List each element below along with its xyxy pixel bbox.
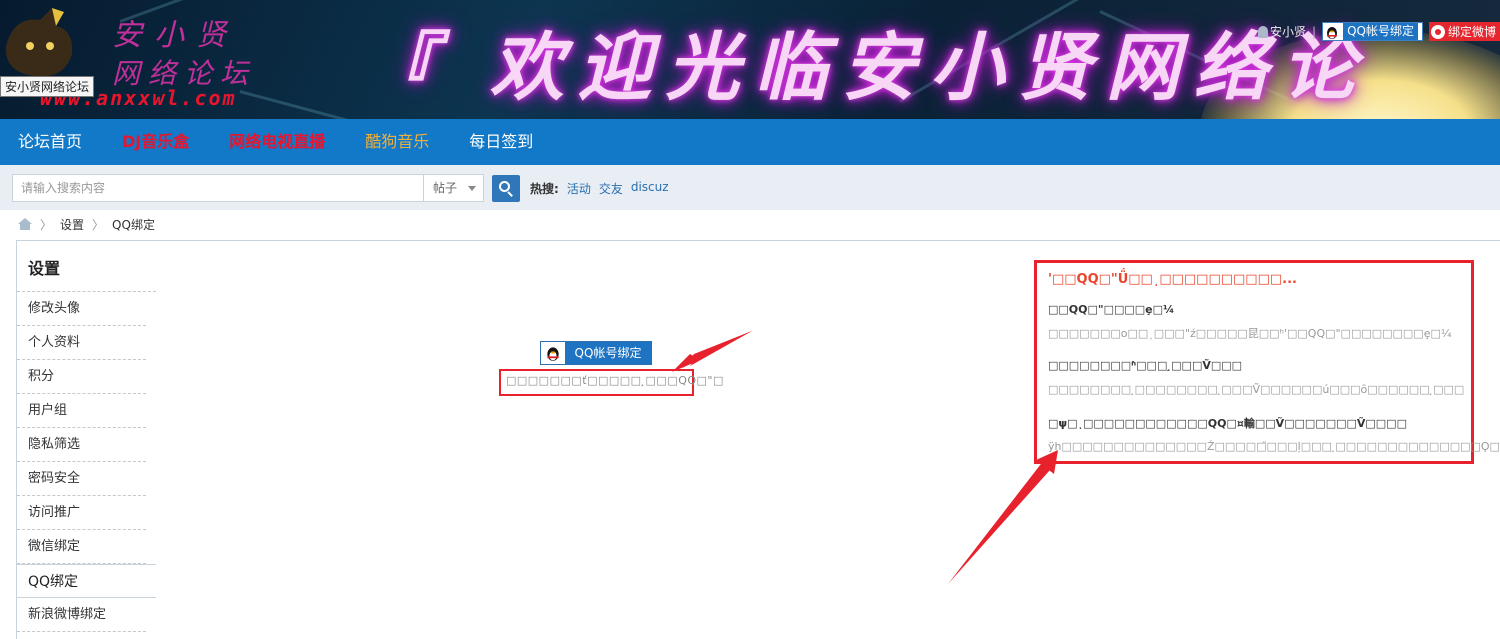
- search-bar: 请输入搜索内容 帖子 热搜: 活动 交友 discuz: [0, 165, 1500, 210]
- search-type-select[interactable]: 帖子: [423, 174, 484, 202]
- user-link-label: 安小贤: [1270, 25, 1307, 39]
- info-text: ÿh□□□□□□□□□□□□□□Ź□□□□□̋□□□ļ□□□ ̧□□□□□□□□…: [1048, 440, 1500, 453]
- weibo-icon: [1430, 24, 1445, 39]
- settings-sidebar: 设置 修改头像 个人资料 积分 用户组 隐私筛选 密码安全 访问推广 微信绑定 …: [17, 241, 156, 632]
- qq-penguin-icon: [547, 347, 559, 361]
- nav-item-kugou-music[interactable]: 酷狗音乐: [365, 119, 429, 165]
- info-title: '□□QQ□"Ǘ□□ͺ□□□□□□□□□□...: [1048, 272, 1297, 287]
- search-input[interactable]: 请输入搜索内容: [12, 174, 424, 202]
- breadcrumb-item-qq-bind: QQ绑定: [112, 217, 155, 232]
- sidebar-item-profile[interactable]: 个人资料: [17, 326, 146, 360]
- breadcrumb: 〉 设置 〉 QQ绑定: [18, 215, 155, 233]
- sidebar-item-password[interactable]: 密码安全: [17, 462, 146, 496]
- hot-search-label: 热搜:: [530, 182, 559, 196]
- info-heading: □□□□□□□□ʱ□□□ ̧□□□Ṽ□□□: [1048, 359, 1243, 372]
- qq-bind-button[interactable]: QQ帐号绑定: [540, 341, 652, 365]
- qq-penguin-icon: [1327, 26, 1338, 39]
- sidebar-item-usergroup[interactable]: 用户组: [17, 394, 146, 428]
- qq-bind-button-label: QQ帐号绑定: [565, 342, 651, 364]
- welcome-banner-text: 『 欢迎光临安小贤网络论: [362, 25, 1370, 111]
- hot-searches: 热搜: 活动 交友 discuz: [530, 180, 669, 197]
- sidebar-item-wechat-bind[interactable]: 微信绑定: [17, 530, 146, 564]
- breadcrumb-separator-icon: 〉: [92, 217, 105, 232]
- hot-search-link[interactable]: 活动: [567, 180, 591, 197]
- search-type-value: 帖子: [433, 181, 458, 195]
- sidebar-item-promotion[interactable]: 访问推广: [17, 496, 146, 530]
- qq-bind-top-button[interactable]: QQ帐号绑定: [1322, 22, 1423, 41]
- sidebar-item-avatar[interactable]: 修改头像: [17, 292, 146, 326]
- nav-item-dj-music[interactable]: DJ音乐盒: [122, 119, 189, 165]
- breadcrumb-separator-icon: 〉: [40, 217, 53, 232]
- main-nav: 论坛首页 DJ音乐盒 网络电视直播 酷狗音乐 每日签到: [0, 119, 1500, 165]
- sidebar-item-privacy[interactable]: 隐私筛选: [17, 428, 146, 462]
- top-right-links: 安小贤 | QQ帐号绑定 绑定微博: [1258, 22, 1500, 41]
- qq-bind-top-label: QQ帐号绑定: [1343, 23, 1418, 40]
- sidebar-item-qq-bind[interactable]: QQ绑定: [17, 564, 156, 598]
- sidebar-item-weibo-bind[interactable]: 新浪微博绑定: [17, 598, 146, 632]
- info-text: □□□□□□□o□□ͺ□□□"ź□□□□□昆□□ʰ'□□QQ□"□□□□□□□□…: [1048, 327, 1452, 340]
- cat-mascot-icon: [5, 8, 73, 77]
- breadcrumb-item-settings[interactable]: 设置: [60, 216, 84, 233]
- hot-search-link[interactable]: 交友: [599, 180, 623, 197]
- user-link[interactable]: 安小贤: [1258, 23, 1306, 40]
- site-banner: 安小贤 网络论坛 www.anxxwl.com 安小贤网络论坛 『 欢迎光临安小…: [0, 0, 1500, 119]
- chevron-down-icon: [468, 186, 476, 191]
- hot-search-link[interactable]: discuz: [631, 180, 669, 197]
- nav-item-daily-checkin[interactable]: 每日签到: [469, 119, 533, 165]
- logo-line1: 安小贤: [112, 18, 238, 53]
- info-heading: □□QQ□"□□□□ȩ□¼: [1048, 303, 1175, 316]
- nav-item-tv-live[interactable]: 网络电视直播: [229, 119, 325, 165]
- user-icon: [1258, 25, 1269, 38]
- search-button[interactable]: [492, 175, 520, 202]
- home-icon[interactable]: [18, 218, 32, 230]
- nav-item-home[interactable]: 论坛首页: [18, 119, 82, 165]
- info-heading: □ψ□ͺ□□□□□□□□□□□□QQ□¤輸□□Ṽ□□□□□□□Ṽ□□□□: [1048, 417, 1407, 430]
- sidebar-item-credits[interactable]: 积分: [17, 360, 146, 394]
- separator: |: [1312, 24, 1317, 39]
- weibo-bind-top-button[interactable]: 绑定微博: [1428, 22, 1500, 41]
- sidebar-title: 设置: [17, 241, 156, 292]
- info-text: □□□□□□□□ ̧□□□□□□□□ ̧□□□Ṽ□□□□□□ú□□□ȏ□□□□□…: [1048, 383, 1465, 396]
- weibo-bind-top-label: 绑定微博: [1447, 25, 1496, 39]
- qq-bind-hint: □□□□□□□ť□□□□□ ̧□□□QQ□"□: [506, 374, 724, 387]
- logo-tooltip: 安小贤网络论坛: [0, 76, 95, 97]
